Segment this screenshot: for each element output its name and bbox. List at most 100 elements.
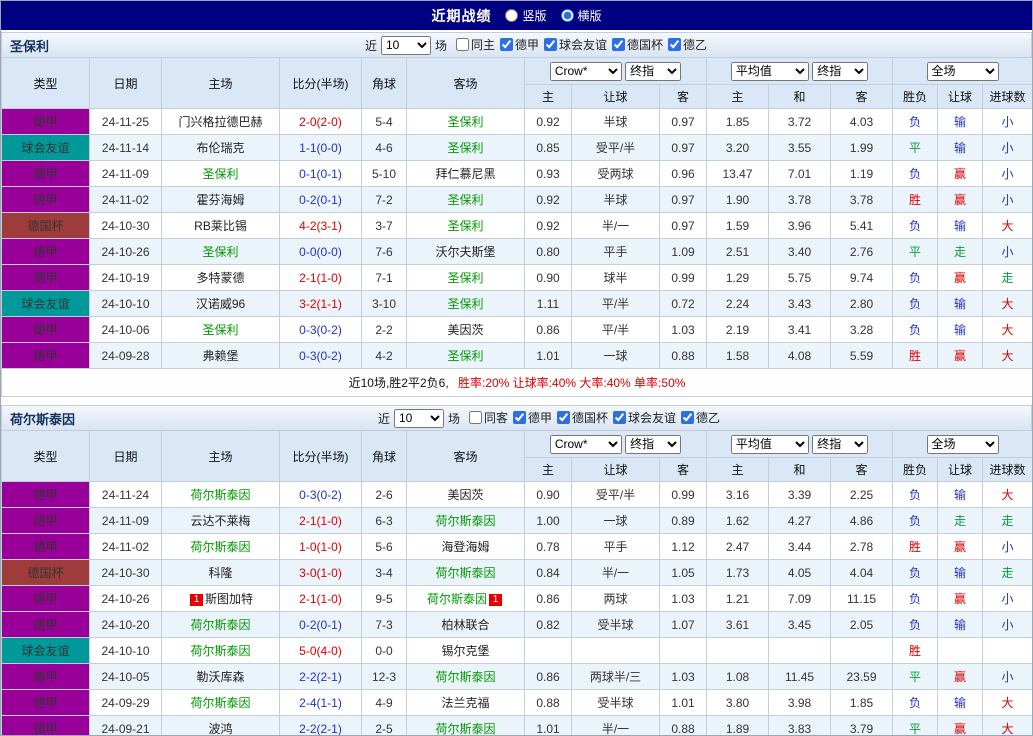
- match-date: 24-11-14: [89, 134, 162, 161]
- average-select[interactable]: 平均值: [730, 61, 809, 81]
- team-link[interactable]: 汉诺威96: [196, 297, 245, 311]
- filter-option[interactable]: 德国杯: [557, 409, 608, 426]
- odds-final-index-select[interactable]: 终指: [625, 61, 682, 81]
- col-avg-home: 主: [706, 457, 770, 482]
- team-link[interactable]: 圣保利: [447, 193, 483, 207]
- team-link[interactable]: 斯图加特: [205, 592, 253, 606]
- bookmaker-select[interactable]: Crow*: [549, 434, 622, 454]
- team-link[interactable]: 美因茨: [447, 488, 483, 502]
- filter-checkbox[interactable]: [681, 411, 695, 424]
- match-date: 24-09-28: [89, 342, 162, 369]
- league-type: 德甲: [1, 264, 90, 291]
- filter-checkbox[interactable]: [544, 38, 558, 51]
- filter-checkbox[interactable]: [455, 38, 469, 51]
- team-link[interactable]: 弗赖堡: [202, 349, 238, 363]
- corners: 5-6: [361, 533, 407, 560]
- team-link[interactable]: 荷尔斯泰因: [190, 540, 250, 554]
- score: 3-2(1-1): [279, 290, 362, 317]
- team-link[interactable]: 圣保利: [202, 323, 238, 337]
- filter-checkbox[interactable]: [668, 38, 682, 51]
- away-team: 荷尔斯泰因: [406, 559, 525, 586]
- filter-option[interactable]: 德乙: [681, 409, 720, 426]
- league-checklist: 同客 德甲 德国杯 球会友谊 德乙: [464, 409, 720, 427]
- team-link[interactable]: 荷尔斯泰因: [427, 592, 487, 606]
- team-link[interactable]: 云达不莱梅: [190, 514, 250, 528]
- filter-checkbox[interactable]: [612, 38, 626, 51]
- team-link[interactable]: 圣保利: [447, 297, 483, 311]
- avg-final-index-select[interactable]: 终指: [812, 434, 869, 454]
- odds-home: 0.82: [524, 611, 572, 638]
- col-result-outcome: 胜负: [892, 84, 939, 109]
- horizontal-view-radio[interactable]: [560, 9, 574, 22]
- recent-count-select[interactable]: 10: [393, 408, 444, 428]
- section-header: 荷尔斯泰因 近 10 场 同客 德甲 德国杯 球会友谊 德乙: [1, 405, 1032, 430]
- team-link[interactable]: 荷尔斯泰因: [190, 488, 250, 502]
- team-link[interactable]: 荷尔斯泰因: [190, 618, 250, 632]
- team-link[interactable]: 荷尔斯泰因: [435, 566, 495, 580]
- corners: 0-0: [361, 637, 407, 664]
- team-link[interactable]: 荷尔斯泰因: [435, 722, 495, 735]
- filter-checkbox[interactable]: [557, 411, 571, 424]
- vertical-view-radio[interactable]: [505, 9, 519, 22]
- filter-option[interactable]: 同主: [455, 36, 495, 53]
- team-link[interactable]: 科隆: [208, 566, 232, 580]
- filter-checkbox[interactable]: [513, 411, 526, 424]
- odds-handicap: 平/半: [571, 316, 660, 343]
- filter-option[interactable]: 德乙: [668, 36, 707, 53]
- result-handicap: 输: [937, 108, 984, 135]
- match-date: 24-10-10: [89, 637, 162, 664]
- filter-option[interactable]: 德甲: [513, 409, 552, 426]
- odds-handicap: 半球: [571, 186, 660, 213]
- team-link[interactable]: 波鸿: [208, 722, 232, 735]
- team-link[interactable]: 门兴格拉德巴赫: [178, 115, 262, 129]
- recent-count-select[interactable]: 10: [380, 35, 431, 55]
- team-link[interactable]: 荷尔斯泰因: [435, 514, 495, 528]
- filter-checkbox[interactable]: [500, 38, 513, 51]
- team-link[interactable]: 勒沃库森: [196, 670, 244, 684]
- filter-checkbox[interactable]: [613, 411, 627, 424]
- filter-option[interactable]: 同客: [468, 409, 508, 426]
- view-option-vertical[interactable]: 竖版: [505, 7, 547, 24]
- team-link[interactable]: RB莱比锡: [194, 219, 247, 233]
- team-link[interactable]: 美因茨: [447, 323, 483, 337]
- avg-final-index-select[interactable]: 终指: [812, 61, 869, 81]
- team-link[interactable]: 圣保利: [202, 245, 238, 259]
- odds-home: 0.90: [524, 481, 572, 508]
- match-row: 德甲 24-10-05 勒沃库森 2-2(2-1) 12-3 荷尔斯泰因 0.86 两球半/三…: [1, 663, 1032, 690]
- team-link[interactable]: 荷尔斯泰因: [435, 670, 495, 684]
- team-link[interactable]: 布伦瑞克: [196, 141, 244, 155]
- odds-final-index-select[interactable]: 终指: [625, 434, 682, 454]
- team-link[interactable]: 锡尔克堡: [441, 644, 489, 658]
- team-link[interactable]: 圣保利: [447, 271, 483, 285]
- team-link[interactable]: 荷尔斯泰因: [190, 696, 250, 710]
- bookmaker-select[interactable]: Crow*: [549, 61, 622, 81]
- team-link[interactable]: 多特蒙德: [196, 271, 244, 285]
- team-link[interactable]: 圣保利: [447, 219, 483, 233]
- team-link[interactable]: 海登海姆: [441, 540, 489, 554]
- team-link[interactable]: 圣保利: [202, 167, 238, 181]
- fulltime-select[interactable]: 全场: [926, 61, 999, 81]
- filter-option[interactable]: 球会友谊: [544, 36, 607, 53]
- avg-away: 4.03: [830, 108, 894, 135]
- team-link[interactable]: 荷尔斯泰因: [190, 644, 250, 658]
- team-link[interactable]: 圣保利: [447, 115, 483, 129]
- league-type: 德国杯: [1, 212, 90, 239]
- avg-home: 2.19: [706, 316, 770, 343]
- team-link[interactable]: 柏林联合: [441, 618, 489, 632]
- filter-checkbox[interactable]: [468, 411, 482, 424]
- team-link[interactable]: 法兰克福: [441, 696, 489, 710]
- filter-option[interactable]: 德国杯: [612, 36, 663, 53]
- fulltime-select[interactable]: 全场: [926, 434, 999, 454]
- team-link[interactable]: 霍芬海姆: [196, 193, 244, 207]
- team-link[interactable]: 拜仁慕尼黑: [435, 167, 495, 181]
- filter-option[interactable]: 球会友谊: [613, 409, 676, 426]
- odds-home: 0.86: [524, 663, 572, 690]
- team-link[interactable]: 圣保利: [447, 349, 483, 363]
- team-link[interactable]: 沃尔夫斯堡: [435, 245, 495, 259]
- match-row: 球会友谊 24-10-10 汉诺威96 3-2(1-1) 3-10 圣保利 1.11 平/半 0…: [1, 290, 1032, 317]
- team-link[interactable]: 圣保利: [447, 141, 483, 155]
- view-option-horizontal[interactable]: 横版: [560, 7, 602, 24]
- average-select[interactable]: 平均值: [730, 434, 809, 454]
- filter-option[interactable]: 德甲: [500, 36, 539, 53]
- away-team: 圣保利: [406, 212, 525, 239]
